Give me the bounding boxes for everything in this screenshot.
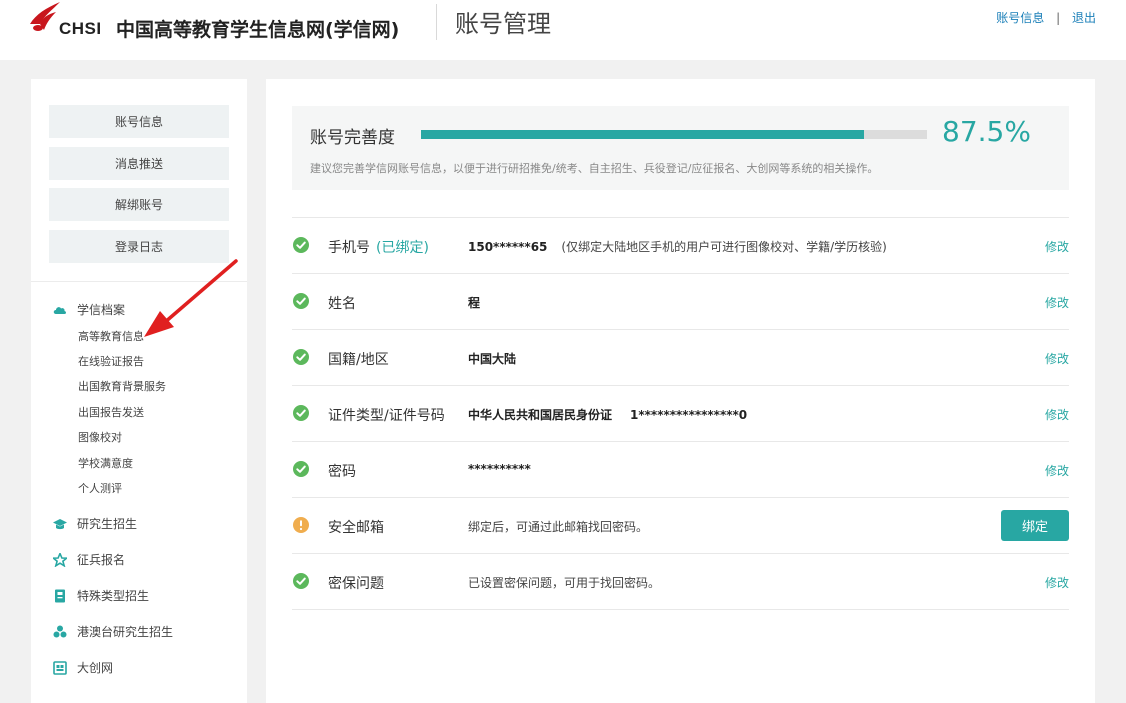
- main-content: 账号完善度 87.5% 建议您完善学信网账号信息，以便于进行研招推免/统考、自主…: [266, 79, 1095, 703]
- account-info-list: 手机号 (已绑定) 150******65 (仅绑定大陆地区手机的用户可进行图像校对…: [292, 217, 1069, 610]
- check-circle-icon: [293, 237, 309, 253]
- row-value: 中国大陆: [468, 352, 517, 366]
- sidebar-button-account-info[interactable]: 账号信息: [49, 105, 229, 138]
- red-annotation-arrow-icon: [144, 259, 238, 337]
- id-number: 1****************0: [630, 408, 748, 422]
- sidebar-group-label: 学信档案: [77, 303, 126, 317]
- bind-email-button[interactable]: 绑定: [1001, 510, 1069, 541]
- row-label: 密码: [328, 464, 356, 480]
- edit-password-link[interactable]: 修改: [1045, 462, 1069, 479]
- phone-note: (仅绑定大陆地区手机的用户可进行图像校对、学籍/学历核验): [561, 240, 887, 254]
- edit-security-question-link[interactable]: 修改: [1045, 574, 1069, 591]
- sidebar-item-overseas-report[interactable]: 出国报告发送: [78, 404, 144, 420]
- account-completeness-panel: 账号完善度 87.5% 建议您完善学信网账号信息，以便于进行研招推免/统考、自主…: [292, 106, 1069, 190]
- sidebar-group-label: 大创网: [77, 661, 114, 675]
- graduation-cap-icon: [53, 517, 67, 531]
- sidebar-group-label: 研究生招生: [77, 517, 138, 531]
- row-label: 姓名: [328, 296, 356, 312]
- sidebar-group-military[interactable]: 征兵报名: [53, 551, 125, 568]
- link-separator: |: [1056, 11, 1061, 25]
- page-title: 账号管理: [455, 10, 551, 38]
- completeness-percent: 87.5%: [942, 115, 1031, 148]
- grid-box-icon: [53, 660, 67, 675]
- row-value: 中华人民共和国居民身份证 1****************0: [468, 408, 748, 422]
- logout-link[interactable]: 退出: [1072, 11, 1096, 25]
- completeness-label: 账号完善度: [310, 128, 395, 148]
- sidebar-item-overseas-background[interactable]: 出国教育背景服务: [78, 378, 166, 394]
- sidebar-item-higher-education[interactable]: 高等教育信息: [78, 328, 144, 344]
- info-row-password: 密码 ********** 修改: [292, 442, 1069, 498]
- sidebar-group-hkmt-graduate[interactable]: 港澳台研究生招生: [53, 623, 173, 640]
- header-links: 账号信息 | 退出: [996, 9, 1096, 26]
- row-label: 国籍/地区: [328, 352, 389, 368]
- account-info-link[interactable]: 账号信息: [996, 11, 1044, 25]
- id-card-icon: [53, 589, 67, 603]
- edit-region-link[interactable]: 修改: [1045, 350, 1069, 367]
- header-divider: [436, 4, 437, 40]
- star-icon: [53, 552, 67, 567]
- logo-text: CHSI: [59, 19, 102, 38]
- check-circle-icon: [293, 349, 309, 365]
- sidebar-item-image-check[interactable]: 图像校对: [78, 429, 122, 445]
- row-label: 证件类型/证件号码: [328, 408, 445, 424]
- sidebar-item-school-satisfaction[interactable]: 学校满意度: [78, 455, 133, 471]
- sidebar-group-special-admission[interactable]: 特殊类型招生: [53, 587, 149, 604]
- top-header: CHSI 中国高等教育学生信息网(学信网) 账号管理 账号信息 | 退出: [0, 0, 1126, 60]
- sidebar-button-unbind-account[interactable]: 解绑账号: [49, 188, 229, 221]
- bound-badge: (已绑定): [376, 240, 429, 256]
- info-row-name: 姓名 程 修改: [292, 274, 1069, 330]
- sidebar-group-label: 港澳台研究生招生: [77, 625, 174, 639]
- check-circle-icon: [293, 461, 309, 477]
- edit-name-link[interactable]: 修改: [1045, 294, 1069, 311]
- info-row-security-email: 安全邮箱 绑定后，可通过此邮箱找回密码。 绑定: [292, 498, 1069, 554]
- completeness-progress-bar: [421, 130, 927, 139]
- row-label: 安全邮箱: [328, 520, 384, 536]
- sidebar: 账号信息 消息推送 解绑账号 登录日志 学信档案 高等教育信息 在线验证报告 出…: [31, 79, 247, 703]
- edit-id-link[interactable]: 修改: [1045, 406, 1069, 423]
- info-row-security-question: 密保问题 已设置密保问题，可用于找回密码。 修改: [292, 554, 1069, 610]
- row-label: 手机号 (已绑定): [328, 240, 429, 256]
- check-circle-icon: [293, 573, 309, 589]
- info-row-region: 国籍/地区 中国大陆 修改: [292, 330, 1069, 386]
- people-icon: [53, 625, 67, 639]
- completeness-progress-fill: [421, 130, 864, 139]
- row-value: 150******65 (仅绑定大陆地区手机的用户可进行图像校对、学籍/学历核验): [468, 240, 887, 254]
- info-row-id-document: 证件类型/证件号码 中华人民共和国居民身份证 1****************0…: [292, 386, 1069, 442]
- check-circle-icon: [293, 405, 309, 421]
- cloud-icon: [53, 303, 67, 317]
- site-name: 中国高等教育学生信息网(学信网): [116, 19, 400, 41]
- completeness-tip: 建议您完善学信网账号信息，以便于进行研招推免/统考、自主招生、兵役登记/应征报名…: [310, 162, 879, 175]
- check-circle-icon: [293, 293, 309, 309]
- edit-phone-link[interactable]: 修改: [1045, 238, 1069, 255]
- row-value: 绑定后，可通过此邮箱找回密码。: [468, 520, 649, 534]
- sidebar-group-label: 征兵报名: [77, 553, 126, 567]
- sidebar-group-graduate-admission[interactable]: 研究生招生: [53, 515, 137, 532]
- row-value: 已设置密保问题，可用于找回密码。: [468, 576, 661, 590]
- row-value: **********: [468, 462, 531, 476]
- sidebar-group-dachuang[interactable]: 大创网: [53, 659, 113, 676]
- sidebar-group-xueji[interactable]: 学信档案: [53, 301, 125, 318]
- row-label: 密保问题: [328, 576, 384, 592]
- sidebar-item-online-verification[interactable]: 在线验证报告: [78, 353, 144, 369]
- warning-circle-icon: [293, 517, 309, 533]
- row-value: 程: [468, 296, 481, 310]
- info-row-phone: 手机号 (已绑定) 150******65 (仅绑定大陆地区手机的用户可进行图像校对…: [292, 218, 1069, 274]
- sidebar-item-personal-assessment[interactable]: 个人测评: [78, 480, 122, 496]
- sidebar-button-message-push[interactable]: 消息推送: [49, 147, 229, 180]
- sidebar-group-label: 特殊类型招生: [77, 589, 150, 603]
